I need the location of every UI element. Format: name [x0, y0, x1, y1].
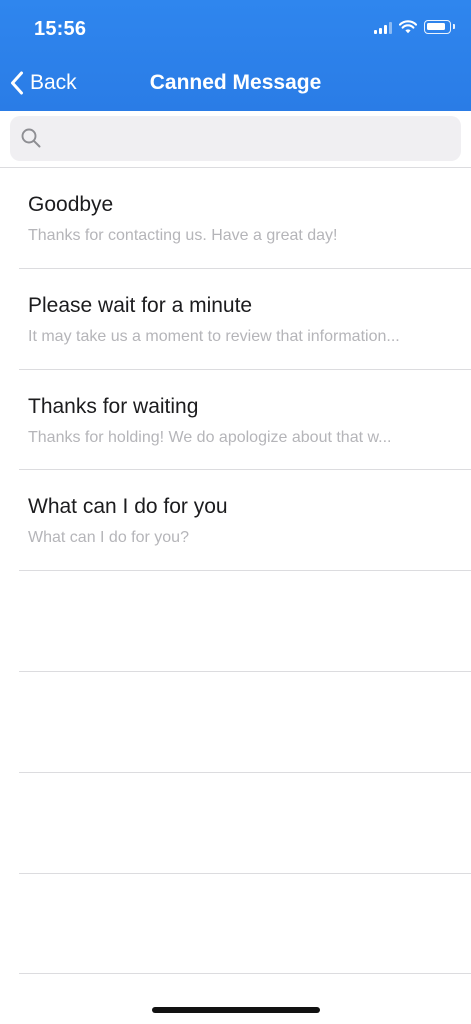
- status-icons: [374, 20, 455, 34]
- cellular-signal-icon: [374, 21, 392, 34]
- search-icon: [21, 128, 41, 148]
- list-item[interactable]: Goodbye Thanks for contacting us. Have a…: [0, 168, 471, 269]
- empty-row: [0, 672, 471, 773]
- list-item[interactable]: What can I do for you What can I do for …: [0, 470, 471, 572]
- list-item[interactable]: Please wait for a minute It may take us …: [0, 269, 471, 370]
- row-separator: [19, 973, 471, 975]
- message-preview: What can I do for you?: [28, 529, 189, 547]
- navigation-header: 15:56 Back Canned Message: [0, 0, 471, 111]
- wifi-icon: [399, 20, 417, 34]
- empty-row: [0, 571, 471, 672]
- battery-icon: [424, 20, 455, 34]
- page-title: Canned Message: [149, 71, 322, 94]
- search-input[interactable]: [50, 116, 450, 161]
- empty-row: [0, 773, 471, 874]
- message-preview: Thanks for contacting us. Have a great d…: [28, 227, 338, 244]
- message-preview: Thanks for holding! We do apologize abou…: [28, 428, 392, 446]
- search-bar[interactable]: [10, 116, 461, 161]
- home-indicator[interactable]: [152, 1007, 320, 1013]
- message-title: Please wait for a minute: [28, 293, 253, 317]
- list-item[interactable]: Thanks for waiting Thanks for holding! W…: [0, 370, 471, 471]
- empty-row: [0, 874, 471, 975]
- message-title: Goodbye: [28, 193, 114, 216]
- canned-message-list: Goodbye Thanks for contacting us. Have a…: [0, 168, 471, 975]
- message-title: Thanks for waiting: [28, 394, 199, 418]
- message-title: What can I do for you: [28, 495, 228, 519]
- status-time: 15:56: [34, 18, 87, 40]
- message-preview: It may take us a moment to review that i…: [28, 327, 400, 345]
